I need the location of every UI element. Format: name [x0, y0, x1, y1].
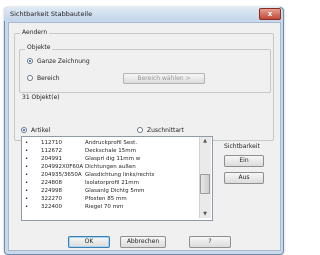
bereich-waehlen-button[interactable]: Bereich wählen >: [123, 73, 205, 84]
sichtbarkeit-label: Sichtbarkeit: [224, 143, 260, 150]
list-item-marker: •: [25, 196, 29, 202]
object-count: 31 Objekt(e): [22, 94, 60, 101]
list-item-marker: •: [25, 140, 29, 146]
bereich-radio[interactable]: [27, 75, 33, 81]
list-item-number: 204992X0F60A: [41, 164, 84, 170]
list-item[interactable]: • 204935/3650A Glasdichtung links/rechts: [21, 172, 199, 179]
zuschnitt-label: Zuschnittart: [147, 127, 184, 134]
list-item-marker: •: [25, 164, 29, 170]
list-item-number: 322400: [41, 204, 62, 210]
article-list-rows: • 112710 Andruckprofil Sest. • 112672 Decksch…: [21, 140, 199, 218]
list-item-description: Dichtungen außen: [85, 164, 136, 170]
close-icon: x: [267, 10, 273, 18]
zuschnitt-radio[interactable]: [137, 127, 143, 133]
list-item-number: 112672: [41, 148, 62, 154]
list-item-marker: •: [25, 180, 29, 186]
ganze-zeichnung-radio[interactable]: [27, 58, 33, 64]
aus-button[interactable]: Aus: [224, 172, 264, 184]
list-item-description: Pfosten 85 mm: [85, 196, 127, 202]
list-item-description: Isolatorprofil 21mm: [85, 180, 139, 186]
list-item-number: 204991: [41, 156, 62, 162]
scroll-thumb[interactable]: [200, 174, 210, 194]
list-item-description: Andruckprofil Sest.: [85, 140, 138, 146]
list-item-number: 224808: [41, 180, 62, 186]
list-item-marker: •: [25, 172, 29, 178]
help-button[interactable]: ?: [189, 236, 231, 248]
artikel-label: Artikel: [31, 127, 51, 134]
list-item-description: Glasdichtung links/rechts: [85, 172, 155, 178]
list-item-description: Glaspri dig 11mm w: [85, 156, 141, 162]
list-item-marker: •: [25, 156, 29, 162]
list-item-marker: •: [25, 204, 29, 210]
bereich-label: Bereich: [37, 75, 60, 82]
list-item[interactable]: • 322400 Riegel 70 mm: [21, 204, 199, 211]
list-item[interactable]: • 204992X0F60A Dichtungen außen: [21, 164, 199, 171]
list-item-number: 224998: [41, 188, 62, 194]
list-item-marker: •: [25, 148, 29, 154]
list-item[interactable]: • 322270 Pfosten 85 mm: [21, 196, 199, 203]
list-item[interactable]: • 112710 Andruckprofil Sest.: [21, 140, 199, 147]
list-item[interactable]: • 204991 Glaspri dig 11mm w: [21, 156, 199, 163]
artikel-radio[interactable]: [21, 127, 27, 133]
objekte-group: [19, 49, 271, 93]
scroll-down-icon[interactable]: ▼: [200, 211, 210, 217]
ganze-zeichnung-label: Ganze Zeichnung: [37, 58, 90, 65]
list-item-description: Riegel 70 mm: [85, 204, 124, 210]
list-item-description: Glasanlg Dichtg 5mm: [85, 188, 145, 194]
list-item-number: 112710: [41, 140, 62, 146]
list-item-number: 204935/3650A: [41, 172, 82, 178]
abbrechen-button[interactable]: Abbrechen: [120, 236, 166, 248]
close-button[interactable]: x: [259, 8, 281, 20]
ein-button[interactable]: Ein: [224, 155, 264, 167]
objekte-group-title: Objekte: [25, 44, 53, 51]
aendern-group-title: Aendern: [20, 29, 50, 36]
list-item-number: 322270: [41, 196, 62, 202]
list-item[interactable]: • 224998 Glasanlg Dichtg 5mm: [21, 188, 199, 195]
list-item-marker: •: [25, 188, 29, 194]
ok-button[interactable]: OK: [68, 236, 110, 248]
list-item[interactable]: • 112672 Deckschale 15mm: [21, 148, 199, 155]
list-item-description: Deckschale 15mm: [85, 148, 136, 154]
window-title: Sichtbarkeit Stabbauteile: [10, 10, 93, 18]
list-item[interactable]: • 224808 Isolatorprofil 21mm: [21, 180, 199, 187]
scroll-up-icon[interactable]: ▲: [200, 138, 210, 144]
